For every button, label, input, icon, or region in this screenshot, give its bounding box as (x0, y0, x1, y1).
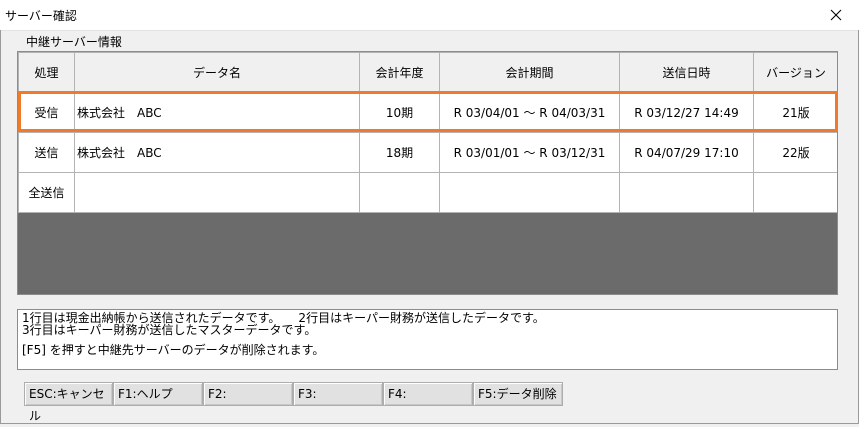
cell-fiscal-period: R 03/01/01 〜 R 03/12/31 (439, 132, 620, 173)
cell-fiscal-period: R 03/04/01 〜 R 04/03/31 (439, 92, 620, 133)
cell-fiscal-period (439, 172, 620, 213)
info-note-box: 1行目は現金出納帳から送信されたデータです。 2行目はキーパー財務が送信したデー… (17, 309, 838, 370)
table-row-receive[interactable]: 受信 株式会社 ABC 10期 R 03/04/01 〜 R 04/03/31 … (18, 92, 837, 133)
f5-delete-data-button[interactable]: F5:データ削除 (473, 382, 563, 406)
cell-data-name: 株式会社 ABC (74, 92, 360, 133)
cell-fiscal-year: 10期 (359, 92, 440, 133)
cell-sent-datetime: R 03/12/27 14:49 (619, 92, 754, 133)
window-title: サーバー確認 (5, 9, 77, 23)
col-header-fiscal-period: 会計期間 (439, 52, 620, 93)
esc-cancel-button[interactable]: ESC:キャンセル (24, 382, 113, 423)
table-row-send[interactable]: 送信 株式会社 ABC 18期 R 03/01/01 〜 R 03/12/31 … (18, 132, 837, 173)
close-button[interactable] (819, 3, 853, 27)
col-header-action: 処理 (18, 52, 75, 93)
cell-fiscal-year: 18期 (359, 132, 440, 173)
f3-button[interactable]: F3: (293, 382, 383, 406)
table-row-send-all[interactable]: 全送信 (18, 172, 837, 213)
cell-action: 全送信 (18, 172, 75, 213)
col-header-fiscal-year: 会計年度 (359, 52, 440, 93)
f4-button[interactable]: F4: (383, 382, 473, 406)
title-bar: サーバー確認 (0, 0, 859, 31)
cell-fiscal-year (359, 172, 440, 213)
close-icon (830, 9, 842, 21)
note-line-2: 3行目はキーパー財務が送信したマスターデータです。 (22, 323, 317, 337)
cell-version (753, 172, 837, 213)
note-line-3: [F5] を押すと中継先サーバーのデータが削除されます。 (22, 343, 325, 357)
col-header-data-name: データ名 (74, 52, 360, 93)
cell-action: 受信 (18, 92, 75, 133)
col-header-version: バージョン (753, 52, 837, 93)
server-data-grid: 処理 データ名 会計年度 会計期間 送信日時 バージョン 受信 株式会社 ABC… (17, 51, 838, 295)
cell-sent-datetime (619, 172, 754, 213)
cell-version: 22版 (753, 132, 837, 173)
col-header-sent-datetime: 送信日時 (619, 52, 754, 93)
cell-action: 送信 (18, 132, 75, 173)
f2-button[interactable]: F2: (203, 382, 293, 406)
cell-data-name (74, 172, 360, 213)
cell-sent-datetime: R 04/07/29 17:10 (619, 132, 754, 173)
header-row: 処理 データ名 会計年度 会計期間 送信日時 バージョン (18, 52, 837, 93)
cell-version: 21版 (753, 92, 837, 133)
f1-help-button[interactable]: F1:ヘルプ (113, 382, 203, 406)
cell-data-name: 株式会社 ABC (74, 132, 360, 173)
section-label: 中継サーバー情報 (26, 35, 122, 49)
